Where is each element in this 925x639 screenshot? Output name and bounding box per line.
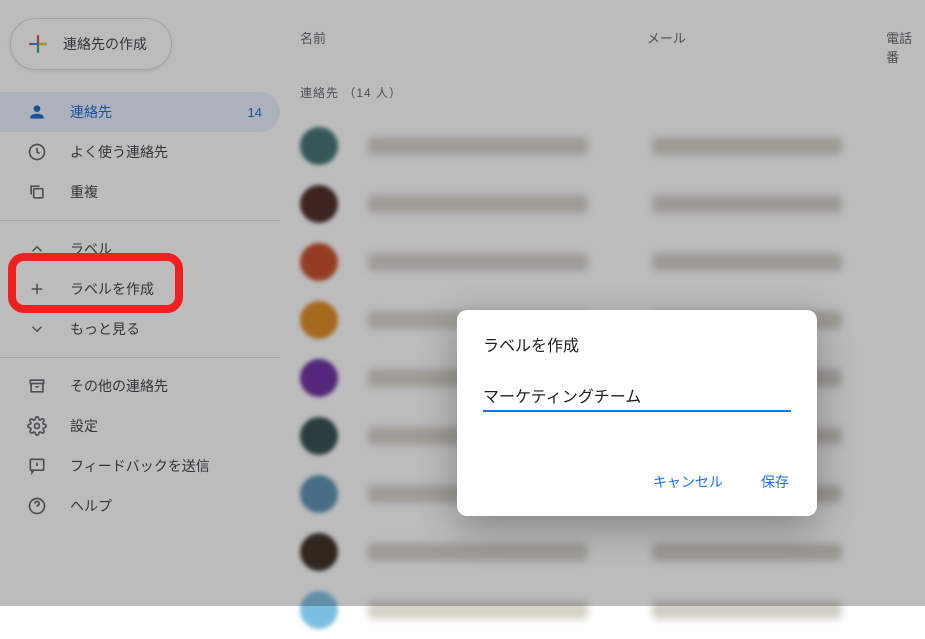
annotation-highlight: [8, 253, 183, 313]
label-name-input[interactable]: [483, 382, 791, 412]
dialog-title: ラベルを作成: [483, 332, 791, 356]
cancel-button[interactable]: キャンセル: [651, 466, 725, 498]
create-label-dialog: ラベルを作成 キャンセル 保存: [457, 310, 817, 516]
save-button[interactable]: 保存: [759, 466, 791, 498]
